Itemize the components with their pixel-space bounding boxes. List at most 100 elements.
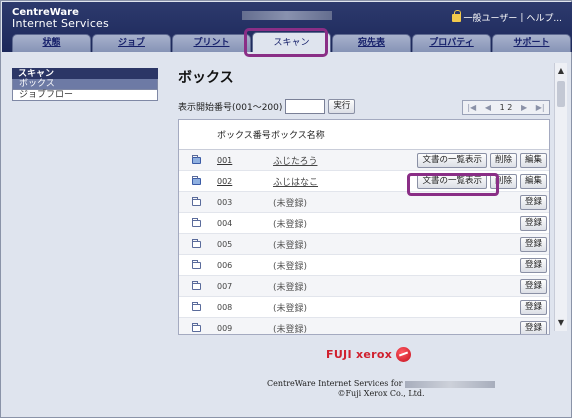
prev-page-icon[interactable]: ◀ <box>485 103 491 112</box>
xerox-ball-icon <box>396 347 412 362</box>
box-number: 005 <box>217 239 233 249</box>
table-row: 007 (未登録) 登録 <box>179 276 549 297</box>
box-name: (未登録) <box>273 261 308 272</box>
tab-properties[interactable]: プロパティ <box>412 34 491 52</box>
help-link[interactable]: ヘルプ... <box>526 11 562 24</box>
row-actions: 文書の一覧表示 削除 編集 <box>417 153 547 168</box>
first-page-icon[interactable]: |◀ <box>467 103 476 112</box>
next-page-icon[interactable]: ▶ <box>521 103 527 112</box>
folder-icon <box>192 259 201 269</box>
sidebar-title: スキャン <box>12 68 158 79</box>
box-name: (未登録) <box>273 282 308 293</box>
pager: |◀ ◀ 1 2 ▶ ▶| <box>462 100 550 115</box>
box-number: 008 <box>217 302 233 312</box>
edit-button[interactable]: 編集 <box>519 153 547 168</box>
lock-icon <box>451 9 461 22</box>
folder-icon <box>192 301 201 311</box>
box-name[interactable]: ふじはなこ <box>273 175 393 188</box>
tab-jobs[interactable]: ジョブ <box>92 34 171 52</box>
register-button[interactable]: 登録 <box>519 216 547 231</box>
box-name: (未登録) <box>273 303 308 314</box>
row-actions: 登録 <box>519 195 547 210</box>
folder-icon <box>192 196 201 206</box>
user-label[interactable]: 一般ユーザー <box>464 11 518 24</box>
table-row: 005 (未登録) 登録 <box>179 234 549 255</box>
separator: | <box>520 12 524 23</box>
folder-icon <box>192 154 201 164</box>
user-area: 一般ユーザー | ヘルプ... <box>451 9 562 24</box>
list-button-highlight <box>407 173 499 196</box>
register-button[interactable]: 登録 <box>519 195 547 210</box>
register-button[interactable]: 登録 <box>519 300 547 315</box>
app-brand: CentreWare Internet Services <box>12 7 109 29</box>
logo-text: FUJI xerox <box>326 348 393 361</box>
box-number: 003 <box>217 197 233 207</box>
row-actions: 登録 <box>519 237 547 252</box>
row-actions: 登録 <box>519 300 547 315</box>
table-row: 001 ふじたろう 文書の一覧表示 削除 編集 <box>179 150 549 171</box>
scroll-thumb[interactable] <box>557 81 565 107</box>
box-name: (未登録) <box>273 324 308 335</box>
delete-button[interactable]: 削除 <box>489 153 517 168</box>
main-content: ボックス 表示開始番号(001～200) 実行 |◀ ◀ 1 2 ▶ ▶| ボッ… <box>178 67 550 335</box>
sidebar-item-jobflow[interactable]: ジョブフロー <box>12 90 158 101</box>
footer-product: CentreWare Internet Services for <box>266 379 403 388</box>
register-button[interactable]: 登録 <box>519 237 547 252</box>
page-scrollbar[interactable]: ▲ ▼ <box>554 63 567 331</box>
box-name: (未登録) <box>273 240 308 251</box>
folder-icon <box>192 217 201 227</box>
row-actions: 登録 <box>519 258 547 273</box>
footer-line-1: CentreWare Internet Services for <box>231 379 531 389</box>
list-documents-button[interactable]: 文書の一覧表示 <box>417 153 487 168</box>
fuji-xerox-logo: FUJI xerox <box>326 347 412 362</box>
last-page-icon[interactable]: ▶| <box>536 103 545 112</box>
folder-icon <box>192 322 201 332</box>
header-box-name: ボックス名称 <box>271 131 325 141</box>
footer-text: CentreWare Internet Services for ©Fuji X… <box>231 379 531 399</box>
row-actions: 登録 <box>519 216 547 231</box>
box-number[interactable]: 001 <box>217 156 273 165</box>
start-number-input[interactable] <box>285 99 326 114</box>
register-button[interactable]: 登録 <box>519 279 547 294</box>
box-number: 009 <box>217 323 233 333</box>
scroll-down-icon[interactable]: ▼ <box>555 317 567 329</box>
box-number: 004 <box>217 218 233 228</box>
footer-line-2: ©Fuji Xerox Co., Ltd. <box>337 389 425 398</box>
table-row: 008 (未登録) 登録 <box>179 297 549 318</box>
sidebar-item-box[interactable]: ボックス <box>12 79 158 90</box>
scroll-up-icon[interactable]: ▲ <box>555 65 567 77</box>
folder-icon <box>192 238 201 248</box>
page-numbers[interactable]: 1 2 <box>500 103 513 112</box>
edit-button[interactable]: 編集 <box>519 174 547 189</box>
sidebar: スキャン ボックス ジョブフロー <box>12 68 158 101</box>
box-name: (未登録) <box>273 219 308 230</box>
browser-frame: CentreWare Internet Services 一般ユーザー | ヘル… <box>0 0 572 418</box>
folder-icon <box>192 280 201 290</box>
table-row: 004 (未登録) 登録 <box>179 213 549 234</box>
box-number: 006 <box>217 260 233 270</box>
register-button[interactable]: 登録 <box>519 321 547 334</box>
box-table: ボックス番号 ボックス名称 001 ふじたろう 文書の一覧表示 削除 編集 002 ふじはな… <box>178 119 550 335</box>
row-actions: 登録 <box>519 279 547 294</box>
page-title: ボックス <box>178 70 234 86</box>
host-name-redacted <box>405 380 496 388</box>
box-name[interactable]: ふじたろう <box>273 154 393 167</box>
tab-status[interactable]: 状態 <box>12 34 91 52</box>
host-name-redacted <box>242 11 332 20</box>
filter-label: 表示開始番号(001～200) <box>178 103 283 113</box>
table-header: ボックス番号 ボックス名称 <box>179 120 549 150</box>
box-number[interactable]: 002 <box>217 177 273 186</box>
brand-line-2: Internet Services <box>12 17 109 30</box>
scan-tab-highlight <box>244 28 328 57</box>
row-actions: 登録 <box>519 321 547 334</box>
header-box-number: ボックス番号 <box>217 131 271 141</box>
register-button[interactable]: 登録 <box>519 258 547 273</box>
run-button[interactable]: 実行 <box>328 99 356 114</box>
tab-print[interactable]: プリント <box>172 34 251 52</box>
tab-support[interactable]: サポート <box>492 34 571 52</box>
folder-icon <box>192 175 201 185</box>
box-name: (未登録) <box>273 198 308 209</box>
table-row: 009 (未登録) 登録 <box>179 318 549 335</box>
tab-address-book[interactable]: 宛先表 <box>332 34 411 52</box>
box-number: 007 <box>217 281 233 291</box>
